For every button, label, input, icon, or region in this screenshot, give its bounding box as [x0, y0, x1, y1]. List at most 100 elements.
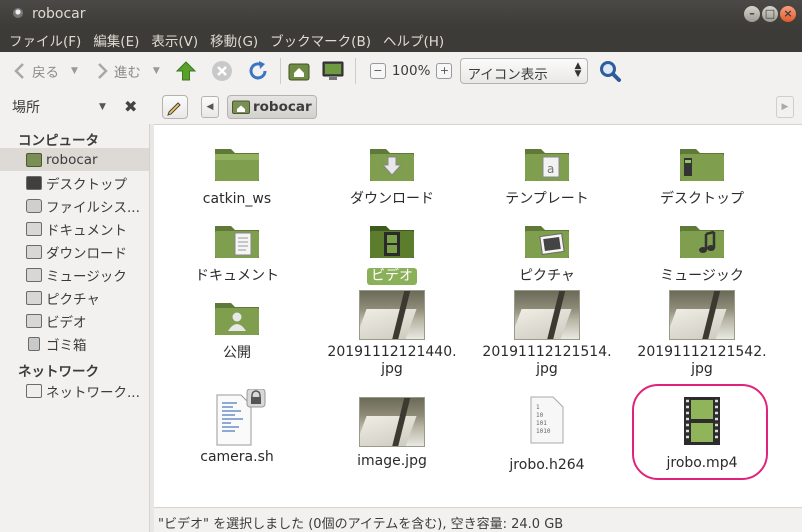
file-item-music[interactable]: ミュージック [627, 220, 777, 285]
pictures-icon [26, 290, 42, 305]
videos-folder-icon [370, 226, 414, 258]
zoom-in-button[interactable]: + [436, 63, 453, 79]
view-mode-value: アイコン表示 [467, 67, 548, 83]
sidebar-item-filesystem[interactable]: ファイルシス... [0, 194, 149, 217]
breadcrumb-current[interactable]: robocar [227, 95, 317, 119]
window-menu-icon[interactable] [13, 8, 23, 18]
toolbar-separator [354, 58, 356, 84]
file-item-pictures[interactable]: ピクチャ [472, 220, 622, 285]
toolbar: 戻る ▼ 進む ▼ − 100% + アイコン表示 ▲ ▼ [0, 52, 802, 90]
menu-view[interactable]: 表示(V) [147, 30, 202, 50]
menu-edit[interactable]: 編集(E) [89, 30, 143, 50]
menu-bar: ファイル(F) 編集(E) 表示(V) 移動(G) ブックマーク(B) ヘルプ(… [0, 28, 802, 52]
menu-bookmarks[interactable]: ブックマーク(B) [266, 30, 375, 50]
sidebar-section-computer: コンピュータ [18, 133, 99, 149]
forward-arrow-icon [98, 63, 108, 79]
sidebar-item-pictures[interactable]: ピクチャ [0, 286, 149, 309]
file-item-image-jpg[interactable]: image.jpg [317, 397, 467, 470]
file-name: camera.sh [200, 449, 274, 465]
sidebar-item-label: ネットワーク... [46, 384, 140, 401]
sidebar-item-trash[interactable]: ゴミ箱 [0, 332, 149, 355]
file-name: ミュージック [660, 268, 744, 284]
stop-icon[interactable] [210, 59, 234, 83]
places-label: 場所 [12, 100, 40, 116]
path-forward-chevron-icon[interactable]: ▶ [776, 96, 794, 118]
home-icon[interactable] [287, 59, 311, 83]
image-thumbnail [514, 290, 580, 340]
status-text: "ビデオ" を選択しました (0個のアイテムを含む), 空き容量: 24.0 G… [158, 517, 564, 532]
file-name: テンプレート [505, 191, 589, 207]
places-dropdown-chevron-icon[interactable]: ▼ [99, 102, 106, 112]
file-item-videos[interactable]: ビデオ [317, 220, 467, 285]
file-item-camera-sh[interactable]: camera.sh [162, 388, 312, 466]
path-back-chevron-icon[interactable]: ◀ [201, 96, 219, 118]
sidebar-item-home[interactable]: robocar [0, 148, 149, 171]
svg-text:101: 101 [536, 420, 547, 427]
file-name: jrobo.h264 [509, 457, 585, 473]
file-item-jpg-1440[interactable]: 20191112121440. jpg [317, 290, 467, 378]
file-item-templates[interactable]: a テンプレート [472, 143, 622, 208]
documents-folder-icon [215, 226, 259, 258]
menu-go[interactable]: 移動(G) [206, 30, 262, 50]
menu-help[interactable]: ヘルプ(H) [379, 30, 448, 50]
downloads-icon [26, 244, 42, 259]
breadcrumb-label: robocar [253, 99, 312, 115]
sidebar-item-label: ドキュメント [46, 222, 127, 239]
back-label: 戻る [32, 65, 59, 81]
toolbar-separator [279, 58, 281, 84]
videos-icon [26, 313, 42, 328]
svg-text:10: 10 [536, 412, 544, 419]
sidebar-item-videos[interactable]: ビデオ [0, 309, 149, 332]
forward-history-chevron-icon[interactable]: ▼ [153, 66, 160, 76]
minimize-button[interactable]: – [744, 6, 760, 22]
menu-file[interactable]: ファイル(F) [5, 30, 85, 50]
home-folder-icon [26, 152, 42, 167]
file-view: catkin_ws ダウンロード a テンプレート デスクトップ ドキュメント … [154, 124, 802, 507]
documents-icon [26, 221, 42, 236]
file-item-downloads[interactable]: ダウンロード [317, 143, 467, 208]
forward-label: 進む [113, 65, 141, 81]
music-folder-icon [680, 226, 724, 258]
sidebar-item-label: ゴミ箱 [46, 337, 87, 354]
file-item-documents[interactable]: ドキュメント [162, 220, 312, 285]
close-sidebar-icon[interactable]: ✖ [124, 97, 137, 116]
sidebar-item-desktop[interactable]: デスクトップ [0, 171, 149, 194]
sidebar-item-network[interactable]: ネットワーク... [0, 379, 149, 402]
close-button[interactable]: × [780, 6, 796, 22]
back-history-chevron-icon[interactable]: ▼ [71, 66, 78, 76]
sidebar-item-downloads[interactable]: ダウンロード [0, 240, 149, 263]
zoom-out-button[interactable]: − [369, 63, 386, 79]
zoom-level: 100% [391, 63, 431, 79]
view-mode-select[interactable]: アイコン表示 ▲ ▼ [460, 58, 589, 84]
back-button[interactable]: 戻る ▼ [8, 56, 78, 86]
sidebar: コンピュータ robocar デスクトップ ファイルシス... ドキュメント ダ… [0, 124, 150, 532]
computer-icon[interactable] [321, 59, 345, 83]
file-item-desktop[interactable]: デスクトップ [627, 143, 777, 208]
file-name: 20191112121440. jpg [327, 344, 457, 377]
file-item-jpg-1542[interactable]: 20191112121542. jpg [627, 290, 777, 378]
file-item-jpg-1514[interactable]: 20191112121514. jpg [472, 290, 622, 378]
pencil-icon [167, 102, 181, 116]
maximize-button[interactable]: □ [762, 6, 778, 22]
file-name: ドキュメント [195, 268, 279, 284]
network-icon [26, 383, 42, 398]
forward-button[interactable]: 進む ▼ [90, 56, 160, 86]
file-name-wrap: ビデオ [317, 268, 467, 285]
file-name: デスクトップ [660, 191, 744, 207]
up-arrow-icon[interactable] [174, 59, 198, 83]
search-icon[interactable] [598, 59, 622, 83]
file-item-jrobo-h264[interactable]: 1 10 101 1010 jrobo.h264 [472, 395, 622, 474]
sidebar-item-label: ミュージック [46, 268, 127, 285]
reload-icon[interactable] [246, 59, 270, 83]
file-item-catkin-ws[interactable]: catkin_ws [162, 143, 312, 208]
title-bar: robocar – □ × [0, 0, 802, 28]
file-name: catkin_ws [202, 191, 272, 207]
sidebar-item-music[interactable]: ミュージック [0, 263, 149, 286]
image-thumbnail [669, 290, 735, 340]
templates-folder-icon: a [525, 149, 569, 181]
sidebar-item-documents[interactable]: ドキュメント [0, 217, 149, 240]
edit-location-button[interactable] [162, 95, 188, 119]
downloads-folder-icon [370, 149, 414, 181]
file-item-public[interactable]: 公開 [162, 297, 312, 362]
desktop-folder-icon [680, 149, 724, 181]
